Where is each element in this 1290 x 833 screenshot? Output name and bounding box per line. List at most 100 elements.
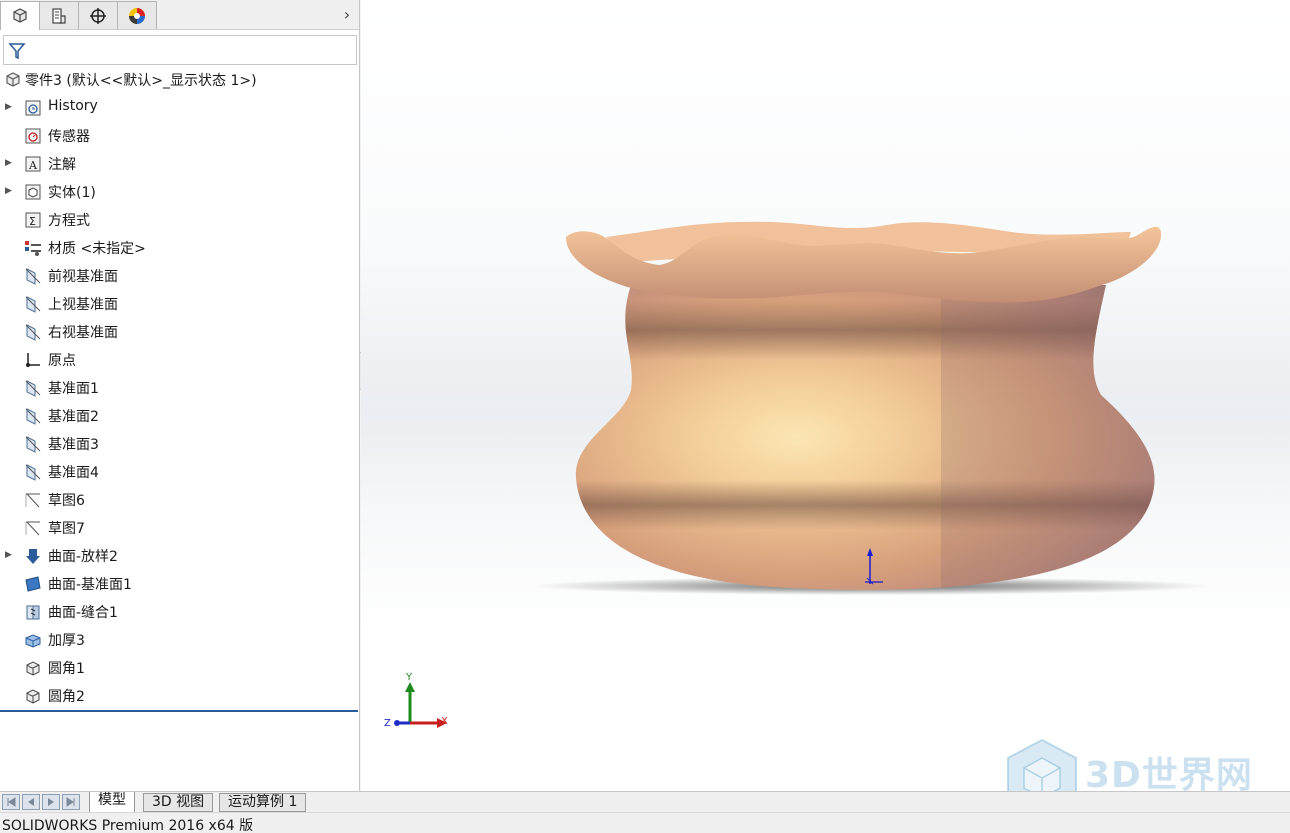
feature-manager-icon: [13, 8, 27, 23]
display-manager-tab[interactable]: [117, 1, 157, 29]
tree-item[interactable]: ▶ 曲面-放样2: [0, 542, 358, 570]
tree-item-label: 曲面-缝合1: [48, 605, 118, 621]
fillet-icon: [24, 659, 42, 677]
tree-item-label: 曲面-基准面1: [48, 577, 132, 593]
tree-item[interactable]: ▶ History: [0, 94, 358, 122]
triad-x-label: X: [441, 716, 448, 727]
tree-item[interactable]: 圆角1: [0, 654, 358, 682]
tree-item-label: 圆角1: [48, 661, 85, 677]
triad-y-label: Y: [406, 672, 413, 683]
plane-icon: [24, 463, 42, 481]
tree-item[interactable]: 原点: [0, 346, 358, 374]
tree-item-label: 基准面1: [48, 381, 99, 397]
annotation-icon: A: [24, 155, 42, 173]
tree-item-label: 传感器: [48, 129, 90, 145]
equation-icon: Σ: [24, 211, 42, 229]
tree-item[interactable]: 曲面-基准面1: [0, 570, 358, 598]
expand-arrow-icon[interactable]: ▶: [5, 157, 13, 169]
status-text: SOLIDWORKS Premium 2016 x64 版: [2, 818, 254, 833]
tree-item[interactable]: 草图7: [0, 514, 358, 542]
chevron-right-icon[interactable]: ›: [338, 3, 356, 25]
tree-item[interactable]: 基准面3: [0, 430, 358, 458]
tab-motion-study[interactable]: 运动算例 1: [219, 793, 307, 812]
tab-3d-view[interactable]: 3D 视图: [143, 793, 214, 812]
property-manager-icon: [52, 7, 66, 24]
tree-item-label: History: [48, 98, 98, 114]
expand-arrow-icon[interactable]: ▶: [5, 185, 13, 197]
display-manager-icon: [129, 7, 145, 24]
plane-icon: [24, 379, 42, 397]
material-icon: [24, 239, 42, 257]
tree-item-label: 实体(1): [48, 185, 96, 201]
sensor-icon: [24, 127, 42, 145]
tree-item[interactable]: 传感器: [0, 122, 358, 150]
tree-item-label: 方程式: [48, 213, 90, 229]
origin-icon: [24, 351, 42, 369]
bottom-tab-bar: 模型 3D 视图 运动算例 1: [0, 791, 1290, 813]
tree-item[interactable]: 加厚3: [0, 626, 358, 654]
first-tab-button[interactable]: [2, 794, 20, 810]
sketch-icon: [24, 491, 42, 509]
tree-item[interactable]: 右视基准面: [0, 318, 358, 346]
rollback-bar[interactable]: [0, 710, 358, 712]
tree-root-label: 零件3 (默认<<默认>_显示状态 1>): [25, 73, 257, 89]
configuration-manager-icon: [90, 7, 106, 24]
tree-item[interactable]: ▶ A 注解: [0, 150, 358, 178]
tree-item-label: 基准面3: [48, 437, 99, 453]
tree-item[interactable]: 曲面-缝合1: [0, 598, 358, 626]
tree-item-label: 原点: [48, 353, 76, 369]
next-tab-button[interactable]: [42, 794, 60, 810]
feature-manager-tab[interactable]: [0, 1, 40, 30]
tree-item-label: 右视基准面: [48, 325, 118, 341]
tree-item-label: 曲面-放样2: [48, 549, 118, 565]
expand-arrow-icon[interactable]: ▶: [5, 549, 13, 561]
svg-text:A: A: [28, 159, 38, 172]
tree-filter-input[interactable]: [3, 35, 357, 65]
tree-item[interactable]: 前视基准面: [0, 262, 358, 290]
expand-arrow-icon[interactable]: ▶: [5, 101, 13, 113]
tree-item-label: 草图6: [48, 493, 85, 509]
tree-item[interactable]: 材质 <未指定>: [0, 234, 358, 262]
prev-tab-button[interactable]: [22, 794, 40, 810]
tree-item[interactable]: 基准面4: [0, 458, 358, 486]
tree-item-label: 基准面2: [48, 409, 99, 425]
status-bar: SOLIDWORKS Premium 2016 x64 版: [0, 812, 1290, 833]
plane-icon: [24, 295, 42, 313]
feature-manager-panel: › 零件3 (默认<<默认>_显示状态 1>) ▶ History 传感器 ▶ A 注解 ▶…: [0, 0, 360, 791]
tree-item-label: 草图7: [48, 521, 85, 537]
filter-icon: [8, 43, 26, 60]
first-arrow-icon: [7, 797, 16, 807]
tab-model[interactable]: 模型: [89, 792, 135, 813]
svg-text:Σ: Σ: [29, 215, 36, 228]
tree-item[interactable]: 圆角2: [0, 682, 358, 710]
fillet-icon: [24, 687, 42, 705]
tree-item[interactable]: Σ 方程式: [0, 206, 358, 234]
sketch-icon: [24, 519, 42, 537]
tree-item[interactable]: 基准面2: [0, 402, 358, 430]
thicken-icon: [24, 631, 42, 649]
next-arrow-icon: [48, 798, 54, 806]
prev-arrow-icon: [28, 798, 34, 806]
graphics-viewport[interactable]: Y X Z: [361, 0, 1290, 791]
last-arrow-icon: [66, 797, 75, 807]
triad-z-label: Z: [384, 718, 391, 729]
tree-item[interactable]: 基准面1: [0, 374, 358, 402]
panel-tab-bar: ›: [0, 0, 359, 30]
tree-item-label: 材质 <未指定>: [48, 241, 146, 257]
last-tab-button[interactable]: [62, 794, 80, 810]
tree-item-label: 圆角2: [48, 689, 85, 705]
plane-icon: [24, 267, 42, 285]
tree-root-part[interactable]: 零件3 (默认<<默认>_显示状态 1>): [0, 66, 359, 94]
part-icon: [6, 72, 20, 87]
property-manager-tab[interactable]: [39, 1, 79, 29]
surface-loft-icon: [24, 547, 42, 565]
planar-surface-icon: [24, 575, 42, 593]
tree-item[interactable]: ▶ 实体(1): [0, 178, 358, 206]
tree-item[interactable]: 草图6: [0, 486, 358, 514]
tree-item[interactable]: 上视基准面: [0, 290, 358, 318]
configuration-manager-tab[interactable]: [78, 1, 118, 29]
tree-item-label: 加厚3: [48, 633, 85, 649]
plane-icon: [24, 323, 42, 341]
tree-item-label: 基准面4: [48, 465, 99, 481]
history-icon: [24, 99, 42, 117]
